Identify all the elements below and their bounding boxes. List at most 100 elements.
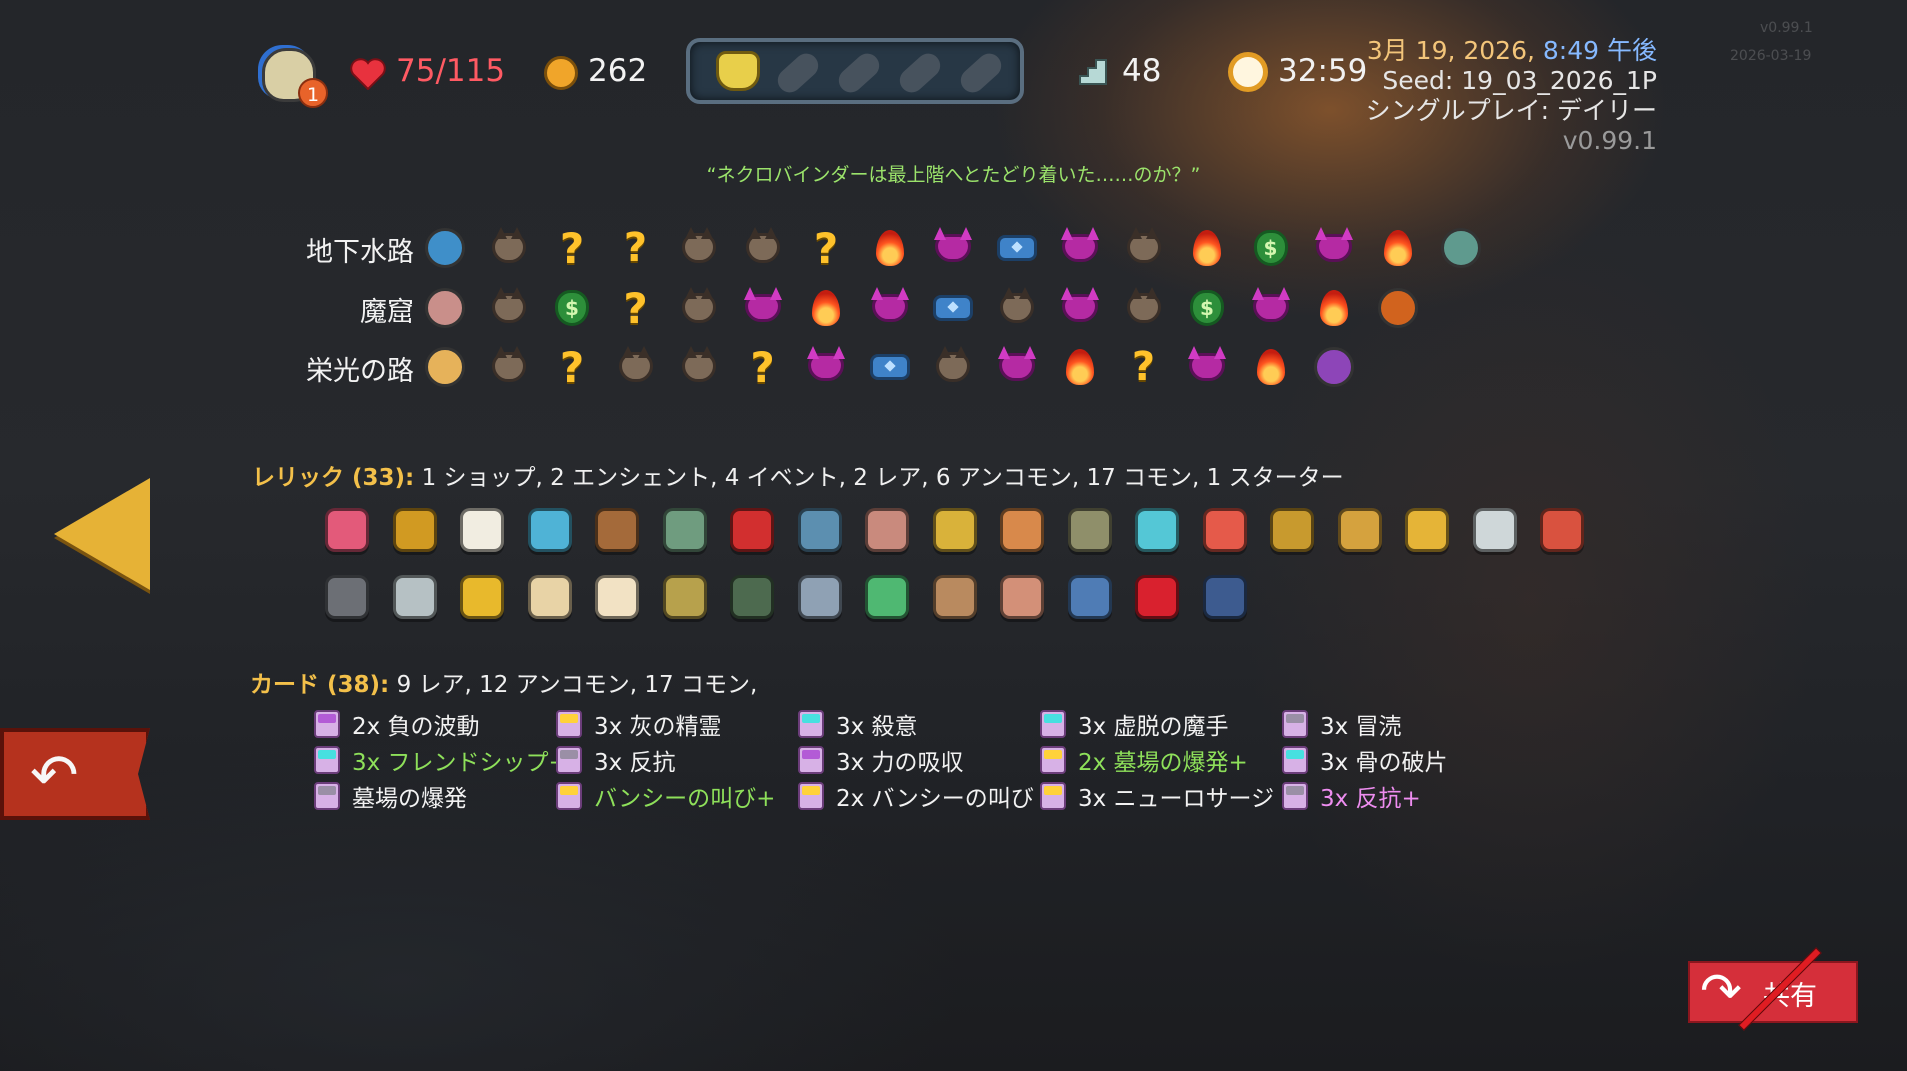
ring-relic[interactable]	[388, 503, 442, 557]
card-entry[interactable]: 3x 反抗+	[1282, 779, 1421, 813]
cloak-relic[interactable]	[793, 570, 847, 624]
card-entry[interactable]: 3x 灰の精霊	[556, 707, 722, 741]
map-node-fire-icon	[1312, 286, 1356, 330]
map-node-boss-hive-icon	[423, 286, 467, 330]
anvil-relic[interactable]	[793, 503, 847, 557]
bracelet-relic[interactable]	[860, 570, 914, 624]
wing-relic-icon	[1472, 508, 1517, 552]
map-node-fire-icon	[1185, 226, 1229, 270]
stump-relic-icon	[595, 508, 639, 552]
monster-icon	[618, 346, 653, 382]
flower-pot-relic[interactable]	[1333, 503, 1387, 557]
card-yellow-icon	[1040, 782, 1066, 810]
cradle-relic[interactable]	[1063, 503, 1117, 557]
card-entry[interactable]: 3x ニューロサージ	[1040, 779, 1274, 813]
sleeping-bag-relic[interactable]	[1063, 570, 1117, 624]
quill-relic-icon	[1270, 508, 1314, 552]
map-node-mob-icon	[1122, 286, 1166, 330]
feather-relic[interactable]	[1400, 503, 1454, 557]
meat-relic[interactable]	[995, 570, 1049, 624]
map-node-boss-end-hive-icon	[1376, 286, 1420, 330]
gem-relic[interactable]	[1130, 503, 1184, 557]
backpack-relic[interactable]	[928, 570, 982, 624]
unknown-icon: ?	[559, 223, 585, 273]
cards-header: カード (38): 9 レア, 12 アンコモン, 17 コモン,	[250, 665, 757, 699]
card-entry[interactable]: 3x 力の吸収	[798, 743, 964, 777]
banana-relic[interactable]	[455, 570, 509, 624]
floor-value: 48	[1122, 53, 1162, 89]
bone-relic[interactable]	[995, 503, 1049, 557]
lipstick-relic[interactable]	[1535, 503, 1589, 557]
potion-bar[interactable]	[686, 38, 1024, 104]
daisy-relic[interactable]	[523, 570, 577, 624]
card-entry[interactable]: 2x 墓場の爆発+	[1040, 743, 1248, 777]
unknown-elite-icon: ?	[623, 225, 648, 271]
run-mode: シングルプレイ: デイリー	[1365, 96, 1657, 125]
cards-title: カード (38):	[250, 672, 390, 698]
map-node-mob-icon	[995, 286, 1039, 330]
floor-stairs-icon	[1078, 56, 1108, 86]
backpack-relic-icon	[932, 575, 977, 619]
map-node-fire-icon	[868, 226, 912, 270]
whetstone-relic[interactable]	[1198, 570, 1252, 624]
kettle-relic[interactable]	[658, 503, 712, 557]
mango-relic[interactable]	[658, 570, 712, 624]
empty-potion-slot[interactable]	[772, 48, 824, 98]
monster-icon	[682, 346, 716, 382]
scroll-relic[interactable]	[1198, 503, 1252, 557]
card-name: 3x 骨の破片	[1320, 750, 1448, 776]
card-entry[interactable]: 3x 冒涜	[1282, 707, 1402, 741]
ticket-relic[interactable]	[523, 503, 577, 557]
stump-relic[interactable]	[590, 503, 644, 557]
card-entry[interactable]: 3x 骨の破片	[1282, 743, 1448, 777]
card-name: 3x 冒涜	[1320, 714, 1402, 740]
vajra-relic[interactable]	[928, 503, 982, 557]
elite-icon	[1315, 227, 1353, 262]
map-node-mob-icon	[741, 226, 785, 270]
cream-relic[interactable]	[590, 570, 644, 624]
boss-icon	[1377, 288, 1418, 328]
lantern-relic-icon	[730, 575, 774, 619]
empty-potion-slot[interactable]	[955, 48, 1007, 98]
stone-relic[interactable]	[388, 570, 442, 624]
map-node-question-icon: ?	[614, 284, 658, 333]
card-entry[interactable]: 3x 反抗	[556, 743, 676, 777]
map-node-mob-icon	[487, 226, 531, 270]
wing-relic[interactable]	[1468, 503, 1522, 557]
meat-relic-icon	[1000, 575, 1044, 619]
lantern-relic[interactable]	[725, 570, 779, 624]
cheese-relic[interactable]	[455, 503, 509, 557]
card-entry[interactable]: 2x 負の波動	[314, 707, 480, 741]
empty-potion-slot[interactable]	[894, 48, 946, 98]
strawberry-relic[interactable]	[1130, 570, 1184, 624]
card-entry[interactable]: 墓場の爆発	[314, 779, 467, 813]
potion-relic[interactable]	[725, 503, 779, 557]
banana-relic-icon	[460, 575, 504, 619]
map-node-chest-icon	[931, 286, 975, 330]
cleaver-relic[interactable]	[320, 570, 374, 624]
card-name: 2x 負の波動	[352, 714, 480, 740]
map-node-fire-icon	[1249, 345, 1293, 389]
card-entry[interactable]: バンシーの叫び+	[556, 779, 775, 813]
cleaver-relic-icon	[325, 575, 369, 619]
boss-icon	[1314, 347, 1354, 387]
shop-icon: $	[1253, 230, 1288, 266]
card-entry[interactable]: 2x バンシーの叫び	[798, 779, 1034, 813]
map-node-question-horn-icon: ?	[614, 225, 658, 271]
card-entry[interactable]: 3x 殺意	[798, 707, 918, 741]
leaf-relic[interactable]	[860, 503, 914, 557]
empty-potion-slot[interactable]	[833, 48, 885, 98]
previous-arrow-button[interactable]	[54, 478, 150, 590]
card-gray-icon	[1282, 710, 1308, 738]
map-node-question-icon: ?	[741, 343, 785, 392]
campfire-icon	[1383, 230, 1412, 266]
card-entry[interactable]: 3x 虚脱の魔手	[1040, 707, 1229, 741]
quill-relic[interactable]	[1265, 503, 1319, 557]
map-node-mob-icon	[1122, 226, 1166, 270]
heart-relic[interactable]	[320, 503, 374, 557]
map-node-question-icon: ?	[804, 224, 848, 273]
potion-slot-filled[interactable]	[716, 51, 760, 91]
feather-relic-icon	[1405, 508, 1449, 552]
card-entry[interactable]: 3x フレンドシップ+	[314, 743, 568, 777]
map-node-boss-glory-icon	[423, 345, 467, 389]
